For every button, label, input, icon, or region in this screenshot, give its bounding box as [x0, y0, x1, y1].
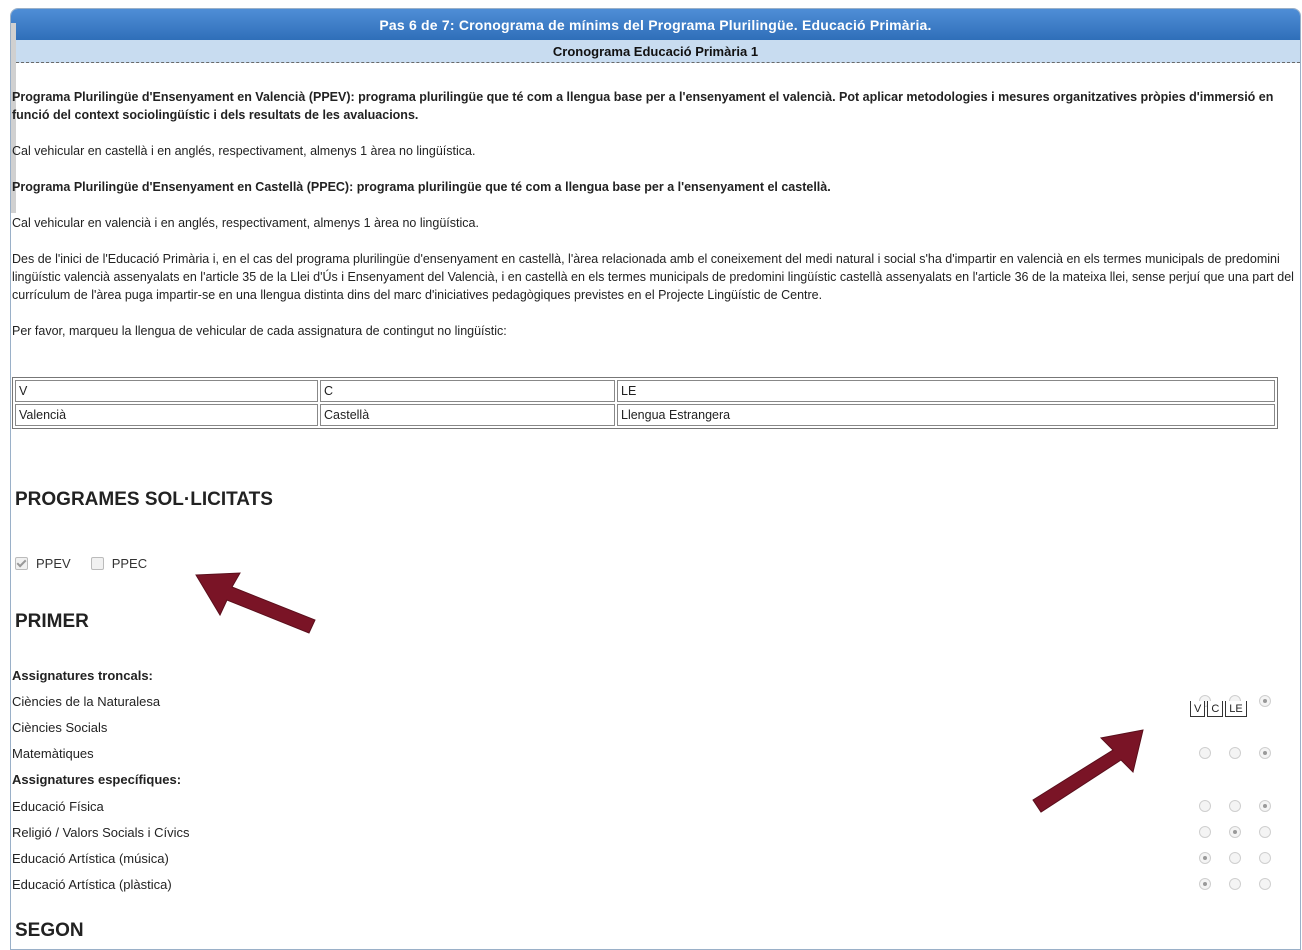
radio-le[interactable]: [1259, 695, 1271, 707]
subject-row: Religió / Valors Socials i Cívics: [12, 819, 1282, 845]
radio-v[interactable]: [1199, 852, 1211, 864]
long-note: Des de l'inici de l'Educació Primària i,…: [12, 252, 1294, 302]
subject-name: Educació Artística (plàstica): [12, 876, 172, 892]
radio-le[interactable]: [1259, 878, 1271, 890]
legend-codes-row: V C LE: [15, 380, 1275, 402]
column-labels-tooltip: V C LE: [1190, 701, 1247, 717]
radio-le[interactable]: [1259, 852, 1271, 864]
column-label-le: LE: [1225, 701, 1247, 717]
language-legend-table: V C LE Valencià Castellà Llengua Estrang…: [12, 377, 1278, 429]
section-subtitle: Cronograma Educació Primària 1: [552, 43, 759, 59]
ppev-checkbox[interactable]: [15, 557, 28, 570]
legend-code-v: V: [15, 380, 318, 402]
radio-v[interactable]: [1199, 826, 1211, 838]
language-radio-group: [1199, 800, 1271, 812]
radio-le[interactable]: [1259, 800, 1271, 812]
radio-v[interactable]: [1199, 800, 1211, 812]
intro-text: Programa Plurilingüe d'Ensenyament en Va…: [12, 88, 1294, 340]
radio-c[interactable]: [1229, 800, 1241, 812]
radio-le[interactable]: [1259, 826, 1271, 838]
program-checkboxes: PPEV PPEC: [15, 556, 147, 571]
legend-name-v: Valencià: [15, 404, 318, 426]
language-radio-group: [1199, 852, 1271, 864]
ppev-description: Programa Plurilingüe d'Ensenyament en Va…: [12, 90, 1274, 122]
step-title-bar: Pas 6 de 7: Cronograma de mínims del Pro…: [11, 9, 1300, 40]
subject-row: Educació Artística (plàstica): [12, 871, 1282, 897]
subject-name: Ciències de la Naturalesa: [12, 693, 161, 709]
language-radio-group: [1199, 878, 1271, 890]
ppec-note: Cal vehicular en valencià i en anglés, r…: [12, 216, 479, 230]
troncals-heading: Assignatures troncals:: [12, 667, 153, 683]
ppec-label: PPEC: [111, 556, 148, 571]
radio-v[interactable]: [1199, 878, 1211, 890]
radio-c[interactable]: [1229, 826, 1241, 838]
legend-name-le: Llengua Estrangera: [617, 404, 1275, 426]
radio-v[interactable]: [1199, 747, 1211, 759]
language-radio-group: [1199, 826, 1271, 838]
legend-code-c: C: [320, 380, 615, 402]
radio-c[interactable]: [1229, 747, 1241, 759]
column-label-v: V: [1190, 701, 1206, 717]
column-label-c: C: [1207, 701, 1224, 717]
subject-row: Educació Artística (música): [12, 845, 1282, 871]
legend-name-c: Castellà: [320, 404, 615, 426]
legend-names-row: Valencià Castellà Llengua Estrangera: [15, 404, 1275, 426]
radio-le[interactable]: [1259, 747, 1271, 759]
step-title: Pas 6 de 7: Cronograma de mínims del Pro…: [379, 16, 932, 33]
segon-heading: SEGON: [15, 920, 84, 941]
annotation-arrow-left: [195, 572, 316, 634]
radio-c[interactable]: [1229, 852, 1241, 864]
ppev-note: Cal vehicular en castellà i en anglés, r…: [12, 144, 476, 158]
primer-heading: PRIMER: [15, 611, 89, 632]
legend-code-le: LE: [617, 380, 1275, 402]
annotation-arrow-right: [1032, 729, 1144, 813]
section-subtitle-bar: Cronograma Educació Primària 1: [11, 40, 1300, 63]
language-radio-group: [1199, 747, 1271, 759]
instruction-text: Per favor, marqueu la llengua de vehicul…: [12, 324, 507, 338]
subject-name: Religió / Valors Socials i Cívics: [12, 824, 190, 840]
subject-name: Educació Artística (música): [12, 850, 169, 866]
ppev-label: PPEV: [36, 556, 71, 571]
ppec-description: Programa Plurilingüe d'Ensenyament en Ca…: [12, 180, 831, 194]
ppec-checkbox[interactable]: [90, 557, 104, 570]
programs-heading: PROGRAMES SOL·LICITATS: [15, 489, 273, 510]
radio-c[interactable]: [1229, 878, 1241, 890]
subject-row: Ciències de la Naturalesa: [12, 688, 1282, 714]
